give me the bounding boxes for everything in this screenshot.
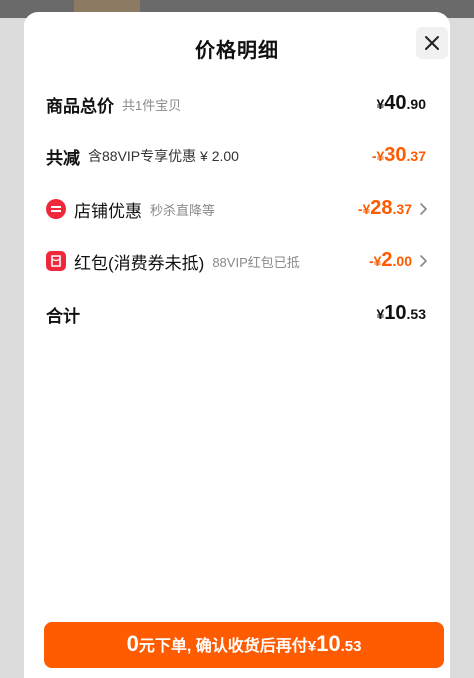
goods-total-label: 商品总价 [46,96,114,116]
red-packet-amount: -¥ 2 .00 [369,245,412,277]
cta-text: 元下单, 确认收货后再付 [138,638,308,655]
total-discount-label: 共减 [46,148,80,168]
minus-circle-icon [46,199,66,219]
cta-zero: 0 [126,631,139,656]
amount-integer: 10 [384,302,407,324]
sum-label: 合计 [46,306,80,326]
cta-decimal: .53 [340,638,362,655]
goods-total-amount: ¥ 40 .90 [376,88,426,120]
store-discount-sub: 秒杀直降等 [150,202,216,218]
amount-currency: ¥ [376,96,385,112]
amount-integer: 30 [384,144,407,166]
red-packet-label: 红包(消费券未抵) [74,253,205,273]
amount-integer: 40 [384,92,407,114]
amount-currency: -¥ [368,253,382,269]
goods-total-sub: 共1件宝贝 [122,97,182,113]
total-discount-amount: -¥ 30 .37 [372,140,426,172]
amount-integer: 28 [370,197,393,219]
store-discount-label: 店铺优惠 [74,201,142,221]
chevron-right-icon [418,245,428,277]
sheet-title: 价格明细 [195,40,279,62]
chevron-right-icon [418,193,428,225]
amount-decimal: .53 [406,306,426,322]
sum-row: 合计 ¥ 10 .53 [46,298,426,330]
red-packet-icon [46,251,66,271]
amount-decimal: .37 [406,148,426,164]
red-packet-sub: 88VIP红包已抵 [212,254,300,270]
close-button[interactable] [416,27,448,59]
amount-decimal: .90 [406,96,426,112]
total-discount-row: 共减 含88VIP专享优惠 ¥ 2.00 -¥ 30 .37 [46,140,426,172]
price-detail-sheet: 价格明细 商品总价 共1件宝贝 ¥ 40 .90 共减 含88VIP专享优惠 ¥… [24,12,450,678]
store-discount-row[interactable]: 店铺优惠 秒杀直降等 -¥ 28 .37 [46,193,428,225]
close-icon [425,36,439,50]
place-order-button[interactable]: 0 元下单, 确认收货后再付 ¥ 10 .53 [44,622,444,668]
amount-currency: ¥ [376,306,385,322]
amount-integer: 2 [381,249,393,271]
total-discount-sub: 含88VIP专享优惠 ¥ 2.00 [88,148,239,164]
red-packet-row[interactable]: 红包(消费券未抵) 88VIP红包已抵 -¥ 2 .00 [46,245,428,277]
amount-decimal: .37 [392,201,412,217]
sum-amount: ¥ 10 .53 [376,298,426,330]
goods-total-row: 商品总价 共1件宝贝 ¥ 40 .90 [46,88,426,120]
amount-decimal: .00 [392,253,412,269]
store-discount-amount: -¥ 28 .37 [358,193,412,225]
amount-currency: -¥ [357,201,371,217]
cta-currency: ¥ [307,638,317,655]
cta-integer: 10 [316,631,341,656]
amount-currency: -¥ [371,148,385,164]
